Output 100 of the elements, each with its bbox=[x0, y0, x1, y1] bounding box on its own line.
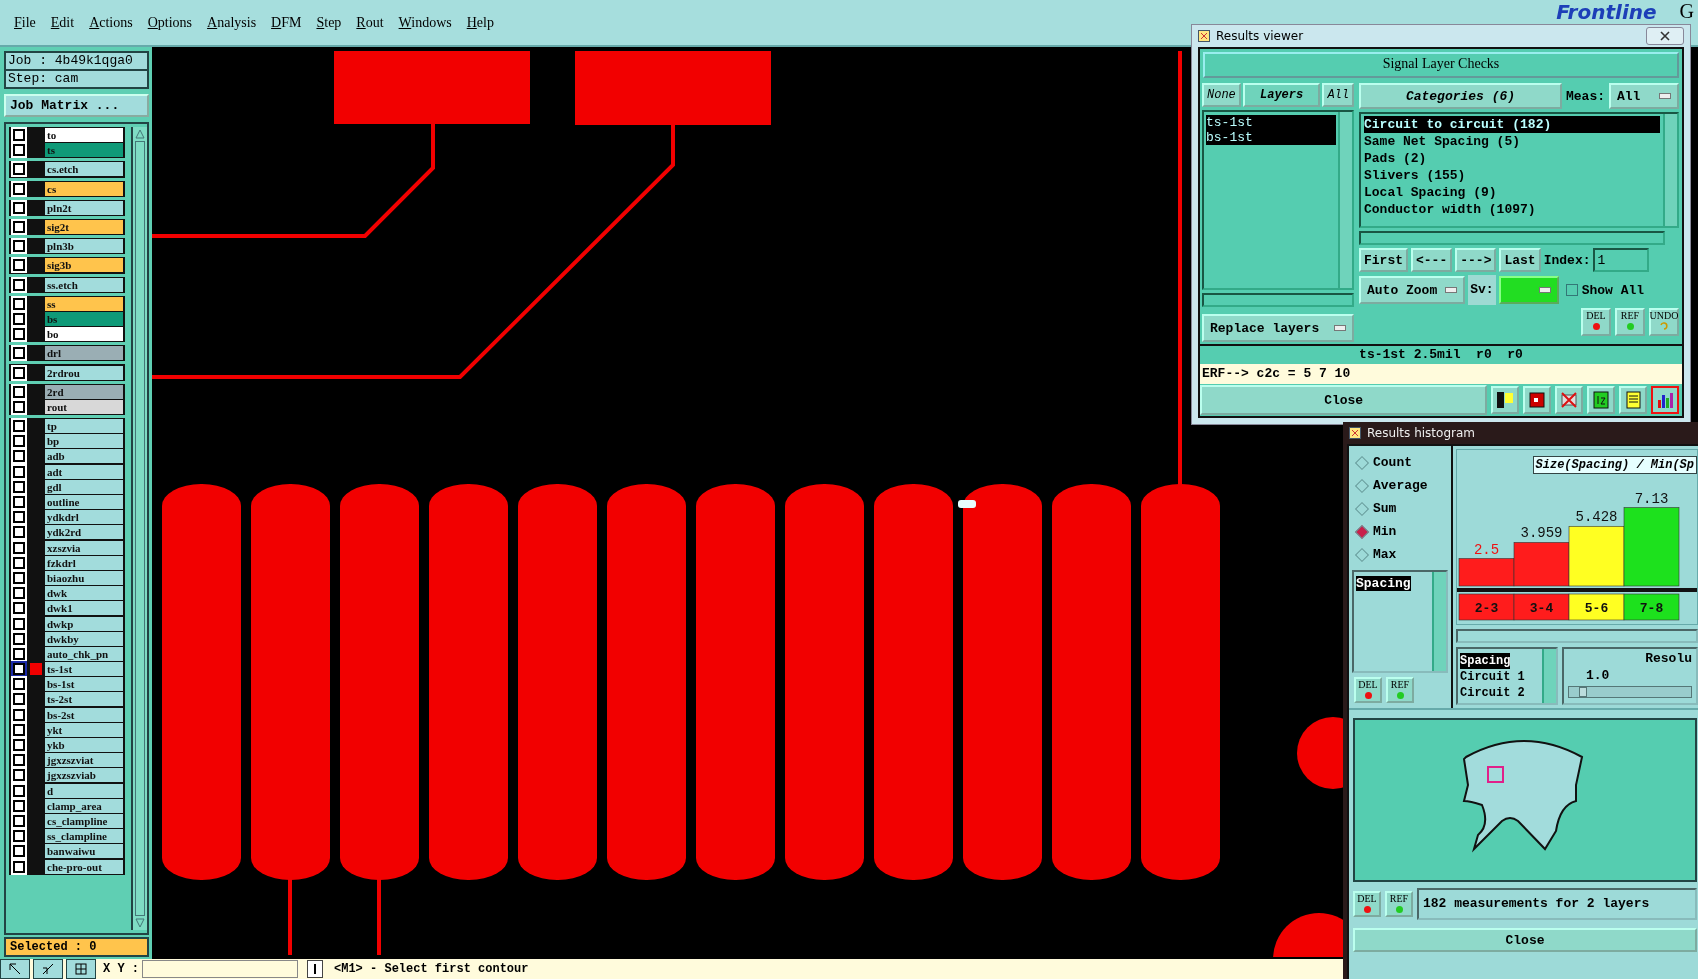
layer-checkbox[interactable] bbox=[13, 450, 25, 463]
layer-name[interactable]: biaozhu bbox=[45, 570, 123, 585]
layer-name[interactable]: cs.etch bbox=[45, 162, 123, 177]
layer-checkbox[interactable] bbox=[13, 647, 25, 660]
menu-item[interactable]: Windows bbox=[398, 14, 452, 31]
layer-list-item[interactable]: ts-1st bbox=[1206, 115, 1336, 130]
layer-name[interactable]: cs bbox=[45, 181, 123, 196]
layer-checkbox[interactable] bbox=[13, 693, 25, 706]
layer-checkbox[interactable] bbox=[13, 221, 25, 234]
layer-checkbox[interactable] bbox=[13, 541, 25, 554]
field-list-item[interactable]: Circuit 2 bbox=[1460, 685, 1540, 701]
layer-name[interactable]: pln2t bbox=[45, 200, 123, 215]
flag-tool-icon[interactable] bbox=[1491, 386, 1520, 414]
scrollbar[interactable] bbox=[1663, 114, 1677, 226]
layer-name[interactable]: auto_chk_pn bbox=[45, 646, 123, 661]
layer-name[interactable]: ts-1st bbox=[45, 662, 123, 677]
layer-name[interactable]: sig3b bbox=[45, 258, 123, 273]
layer-checkbox[interactable] bbox=[13, 663, 25, 676]
layer-filter-button[interactable]: Layers bbox=[1242, 83, 1321, 107]
scrollbar[interactable] bbox=[1338, 112, 1352, 288]
scrollbar[interactable] bbox=[1202, 293, 1354, 307]
layer-checkbox[interactable] bbox=[13, 240, 25, 253]
navigation-button[interactable]: <--- bbox=[1411, 248, 1453, 272]
auto-zoom-dropdown[interactable]: Auto Zoom bbox=[1359, 276, 1466, 304]
del-button[interactable]: DEL bbox=[1354, 677, 1382, 703]
histogram-tool-icon[interactable] bbox=[1651, 386, 1679, 414]
layer-checkbox[interactable] bbox=[13, 201, 25, 214]
layer-name[interactable]: 2rd bbox=[45, 384, 123, 399]
coordinate-field[interactable] bbox=[142, 960, 298, 978]
menu-item[interactable]: Actions bbox=[89, 14, 133, 31]
layer-checkbox[interactable] bbox=[13, 708, 25, 721]
layer-name[interactable]: ts-2st bbox=[45, 692, 123, 707]
layer-name[interactable]: bs bbox=[45, 311, 123, 326]
del-button[interactable]: DEL bbox=[1353, 891, 1381, 917]
layer-checkbox[interactable] bbox=[13, 278, 25, 291]
layer-name[interactable]: xzszvia bbox=[45, 540, 123, 555]
layer-name[interactable]: adb bbox=[45, 449, 123, 464]
layer-checkbox[interactable] bbox=[13, 259, 25, 272]
layer-checkbox[interactable] bbox=[13, 617, 25, 630]
layer-name[interactable]: ss bbox=[45, 296, 123, 311]
layer-checkbox[interactable] bbox=[13, 556, 25, 569]
layer-checkbox[interactable] bbox=[13, 465, 25, 478]
category-list-item[interactable]: Circuit to circuit (182) bbox=[1364, 116, 1660, 133]
measure-list-item[interactable]: Spacing bbox=[1356, 576, 1411, 591]
sv-color-dropdown[interactable] bbox=[1498, 276, 1559, 304]
ref-button[interactable]: REF bbox=[1386, 677, 1414, 703]
layer-checkbox[interactable] bbox=[13, 845, 25, 858]
scrollbar[interactable] bbox=[1432, 572, 1446, 671]
field-list-item[interactable]: Circuit 1 bbox=[1460, 669, 1540, 685]
layer-checkbox[interactable] bbox=[13, 163, 25, 176]
layer-checkbox[interactable] bbox=[13, 754, 25, 767]
layer-checkbox[interactable] bbox=[13, 129, 25, 142]
line-tool-icon[interactable] bbox=[33, 959, 63, 979]
layer-checkbox[interactable] bbox=[13, 297, 25, 310]
layer-checkbox[interactable] bbox=[13, 511, 25, 524]
menu-item[interactable]: Analysis bbox=[207, 14, 257, 31]
layer-checkbox[interactable] bbox=[13, 678, 25, 691]
layer-checkbox[interactable] bbox=[13, 632, 25, 645]
layer-checkbox[interactable] bbox=[13, 420, 25, 433]
ref-button[interactable]: REF bbox=[1385, 891, 1413, 917]
layer-checkbox[interactable] bbox=[13, 799, 25, 812]
layer-filter-button[interactable]: None bbox=[1202, 83, 1241, 107]
layer-name[interactable]: jgxzszviab bbox=[45, 768, 123, 783]
layer-checkbox[interactable] bbox=[13, 435, 25, 448]
field-list-item[interactable]: Spacing bbox=[1460, 653, 1511, 669]
scrollbar[interactable] bbox=[1456, 629, 1698, 643]
slider-thumb[interactable] bbox=[1578, 687, 1587, 697]
layer-checkbox[interactable] bbox=[13, 587, 25, 600]
category-list-item[interactable]: Conductor width (1097) bbox=[1364, 201, 1660, 218]
layer-list-item[interactable]: bs-1st bbox=[1206, 130, 1336, 145]
layer-name[interactable]: 2rdrou bbox=[45, 365, 123, 380]
layer-name[interactable]: jgxzszviat bbox=[45, 753, 123, 768]
scrollbar[interactable] bbox=[1542, 649, 1556, 703]
report-tool-icon[interactable] bbox=[1619, 386, 1648, 414]
category-list-item[interactable]: Slivers (155) bbox=[1364, 167, 1660, 184]
layer-checkbox[interactable] bbox=[13, 496, 25, 509]
layer-checkbox[interactable] bbox=[13, 312, 25, 325]
layer-name[interactable]: bp bbox=[45, 434, 123, 449]
layer-name[interactable]: ydkdrl bbox=[45, 510, 123, 525]
layer-name[interactable]: bs-1st bbox=[45, 677, 123, 692]
layer-name[interactable]: outline bbox=[45, 495, 123, 510]
layer-name[interactable]: gdl bbox=[45, 479, 123, 494]
layer-name[interactable]: d bbox=[45, 783, 123, 798]
menu-item[interactable]: Rout bbox=[356, 14, 384, 31]
layer-checkbox[interactable] bbox=[13, 739, 25, 752]
layer-name[interactable]: fzkdrl bbox=[45, 555, 123, 570]
layer-name[interactable]: adt bbox=[45, 464, 123, 479]
layer-name[interactable]: ss_clampline bbox=[45, 829, 123, 844]
menu-item[interactable]: Edit bbox=[50, 14, 75, 31]
categories-button[interactable]: Categories (6) bbox=[1359, 83, 1562, 109]
layer-checkbox[interactable] bbox=[13, 182, 25, 195]
layer-name[interactable]: rout bbox=[45, 399, 123, 414]
close-icon[interactable] bbox=[1646, 27, 1684, 45]
show-all-checkbox[interactable] bbox=[1565, 284, 1578, 296]
layer-name[interactable]: drl bbox=[45, 346, 123, 361]
menu-item[interactable]: Options bbox=[147, 14, 193, 31]
replace-layers-dropdown[interactable]: Replace layers bbox=[1202, 314, 1354, 342]
layer-checkbox[interactable] bbox=[13, 328, 25, 341]
layer-checkbox[interactable] bbox=[13, 385, 25, 398]
cursor-icon[interactable] bbox=[307, 960, 323, 978]
